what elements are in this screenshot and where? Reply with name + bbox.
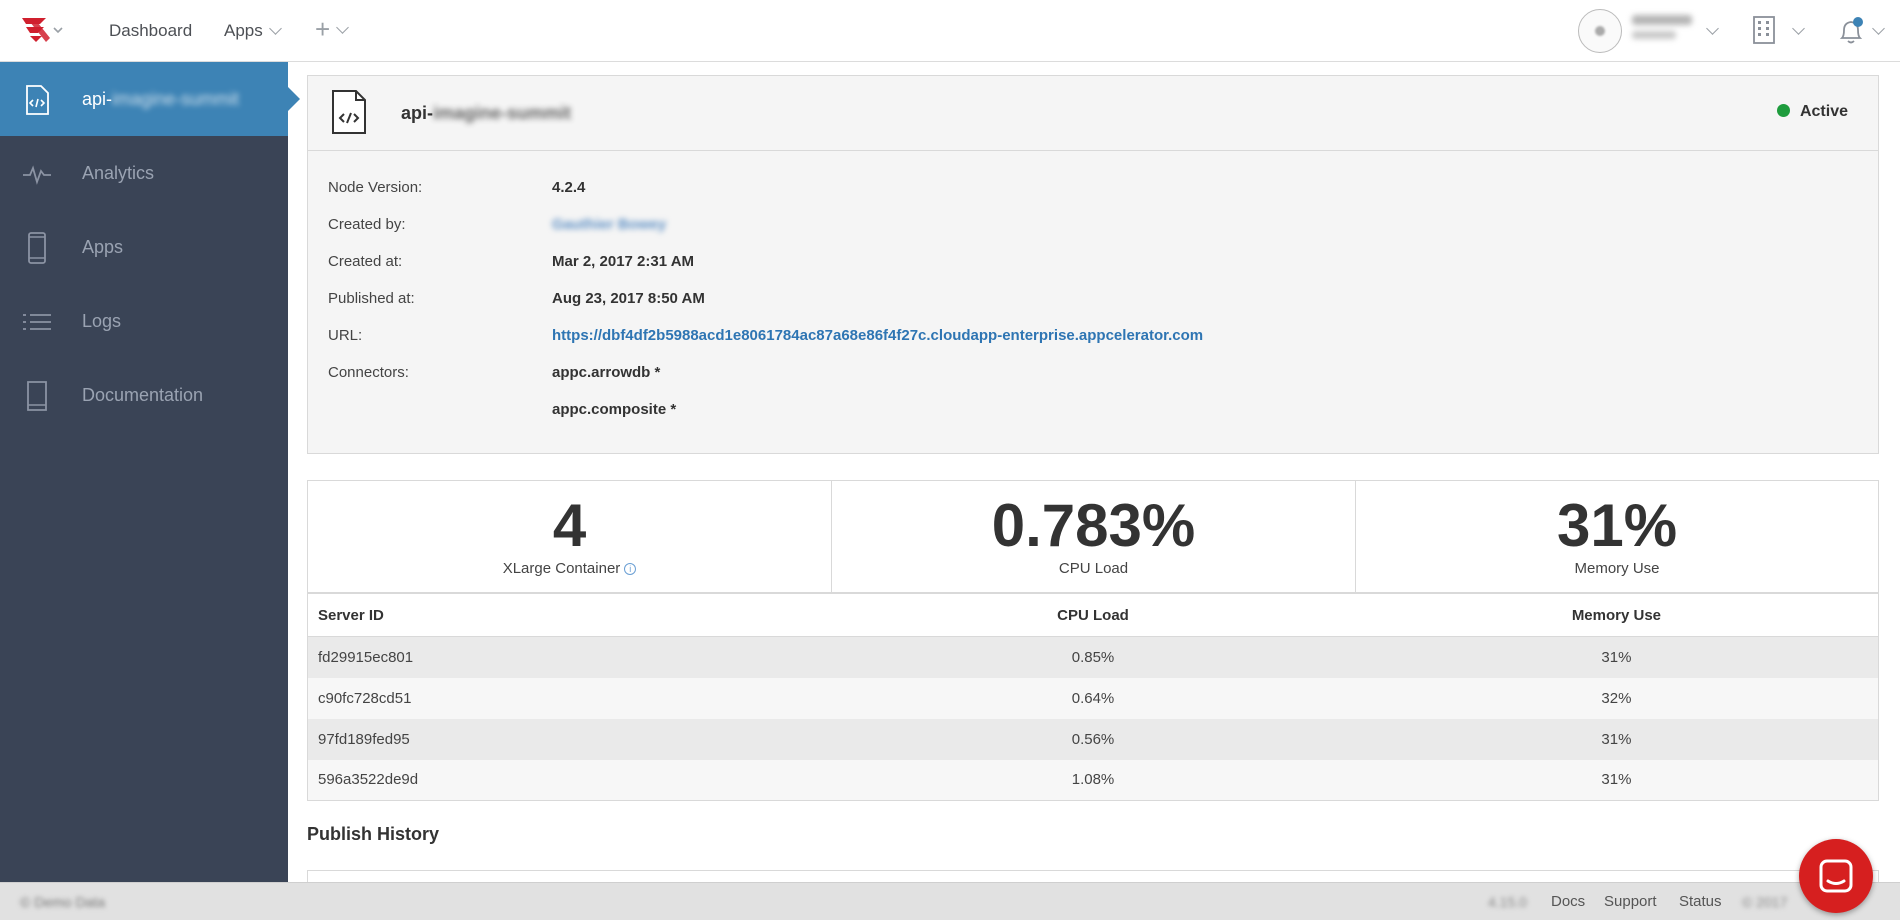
url-label: URL: xyxy=(328,327,363,344)
container-stat: 4 XLarge Container i xyxy=(308,481,832,592)
book-icon xyxy=(22,380,52,412)
appcelerator-logo[interactable] xyxy=(20,14,63,48)
footer-copyright: © 2017 xyxy=(1742,894,1788,910)
cpu-load-cell: 0.56% xyxy=(831,718,1355,760)
code-file-icon xyxy=(22,84,52,116)
chevron-down-icon[interactable] xyxy=(1872,22,1885,35)
stat-label: CPU Load xyxy=(1058,560,1129,577)
server-table: Server ID CPU Load Memory Use fd29915ec8… xyxy=(307,593,1879,801)
memory-use-cell: 31% xyxy=(1354,718,1879,760)
created-by-link[interactable]: Gauthier Bowey xyxy=(552,216,666,233)
sidebar-item-label: api-imagine-summit xyxy=(82,89,240,109)
server-id-cell: fd29915ec801 xyxy=(307,636,832,678)
cpu-load-cell: 1.08% xyxy=(831,759,1355,801)
nav-apps[interactable]: Apps xyxy=(224,21,282,41)
stat-label: XLarge Container i xyxy=(308,560,831,577)
stats-panel: 4 XLarge Container i 0.783% CPU Load 31% … xyxy=(307,480,1879,593)
published-at-label: Published at: xyxy=(328,290,415,307)
created-at-label: Created at: xyxy=(328,253,403,270)
sidebar-item-apps[interactable]: Apps xyxy=(0,210,288,284)
cpu-load-cell: 0.64% xyxy=(831,677,1355,719)
url-link[interactable]: https://dbf4df2b5988acd1e8061784ac87a68e… xyxy=(552,327,1203,344)
user-name xyxy=(1632,15,1692,25)
table-row: c90fc728cd51 0.64% 32% xyxy=(307,677,1879,719)
nav-dashboard[interactable]: Dashboard xyxy=(109,21,192,41)
table-header-row: Server ID CPU Load Memory Use xyxy=(307,593,1879,637)
status-dot-icon xyxy=(1776,104,1790,117)
chat-icon xyxy=(1819,859,1853,893)
published-at-value: Aug 23, 2017 8:50 AM xyxy=(552,290,705,307)
footer-version: 4.15.0 xyxy=(1488,894,1527,910)
memory-use-cell: 31% xyxy=(1354,636,1879,678)
user-org xyxy=(1632,31,1676,39)
avatar[interactable] xyxy=(1578,9,1622,53)
created-at-value: Mar 2, 2017 2:31 AM xyxy=(552,253,695,270)
user-menu[interactable] xyxy=(1632,15,1696,45)
server-id-cell: 97fd189fed95 xyxy=(307,718,832,760)
page-title: api-imagine-summit xyxy=(401,103,572,123)
publish-history-title: Publish History xyxy=(307,824,440,844)
server-id-cell: 596a3522de9d xyxy=(307,759,832,801)
created-by-label: Created by: xyxy=(328,216,406,233)
chevron-down-icon xyxy=(268,22,282,35)
footer: © Demo Data 4.15.0 Docs Support Status ©… xyxy=(0,882,1900,920)
top-bar: Dashboard Apps + xyxy=(0,0,1900,62)
create-menu-button[interactable]: + xyxy=(315,14,350,44)
server-id-cell: c90fc728cd51 xyxy=(307,677,832,719)
sidebar-item-api[interactable]: api-imagine-summit xyxy=(0,62,300,136)
node-version-label: Node Version: xyxy=(328,179,423,196)
memory-use-stat: 31% Memory Use xyxy=(1356,481,1878,592)
mobile-icon xyxy=(22,232,52,264)
footer-link-status[interactable]: Status xyxy=(1679,893,1722,910)
chat-button[interactable] xyxy=(1799,839,1873,913)
table-row: 97fd189fed95 0.56% 31% xyxy=(307,718,1879,760)
sidebar-item-analytics[interactable]: Analytics xyxy=(0,136,288,210)
table-row: 596a3522de9d 1.08% 31% xyxy=(307,759,1879,801)
stat-value: 31% xyxy=(1556,492,1678,559)
stat-value: 4 xyxy=(552,492,587,559)
memory-use-cell: 31% xyxy=(1354,759,1879,801)
analytics-icon xyxy=(22,158,52,190)
footer-org-label: © Demo Data xyxy=(20,894,106,910)
connectors-label: Connectors: xyxy=(328,364,409,381)
cpu-load-stat: 0.783% CPU Load xyxy=(832,481,1356,592)
memory-use-cell: 32% xyxy=(1354,677,1879,719)
sidebar: api-imagine-summit Analytics Apps Logs D… xyxy=(0,62,300,920)
chevron-down-icon[interactable] xyxy=(1706,22,1719,35)
sidebar-item-label: Logs xyxy=(82,311,122,331)
sidebar-item-documentation[interactable]: Documentation xyxy=(0,358,288,432)
column-header-server-id: Server ID xyxy=(307,593,832,637)
footer-link-support[interactable]: Support xyxy=(1604,893,1657,910)
chevron-down-icon xyxy=(336,21,350,34)
footer-link-docs[interactable]: Docs xyxy=(1551,893,1585,910)
bell-icon[interactable] xyxy=(1838,16,1864,46)
connector-item: appc.arrowdb * xyxy=(552,364,661,381)
plus-icon: + xyxy=(315,14,331,44)
sidebar-item-label: Apps xyxy=(82,237,124,257)
building-icon[interactable] xyxy=(1752,15,1776,45)
connector-item: appc.composite * xyxy=(552,401,677,418)
sidebar-item-label: Documentation xyxy=(82,385,204,405)
stat-label: Memory Use xyxy=(1574,560,1660,577)
code-file-icon xyxy=(330,89,368,135)
table-row: fd29915ec801 0.85% 31% xyxy=(307,636,1879,678)
notification-dot xyxy=(1853,17,1863,27)
column-header-cpu-load: CPU Load xyxy=(831,593,1355,637)
column-header-memory-use: Memory Use xyxy=(1354,593,1879,637)
api-detail-card: api-imagine-summit Active Node Version: … xyxy=(307,75,1879,454)
sidebar-item-label: Analytics xyxy=(82,163,155,183)
status-badge: Active xyxy=(1776,103,1848,121)
chevron-down-icon[interactable] xyxy=(1792,22,1805,35)
info-icon[interactable]: i xyxy=(624,563,637,575)
cpu-load-cell: 0.85% xyxy=(831,636,1355,678)
detail-header: api-imagine-summit Active xyxy=(308,76,1878,151)
list-icon xyxy=(22,306,52,338)
stat-value: 0.783% xyxy=(991,492,1196,559)
sidebar-item-logs[interactable]: Logs xyxy=(0,284,288,358)
node-version-value: 4.2.4 xyxy=(552,179,586,196)
